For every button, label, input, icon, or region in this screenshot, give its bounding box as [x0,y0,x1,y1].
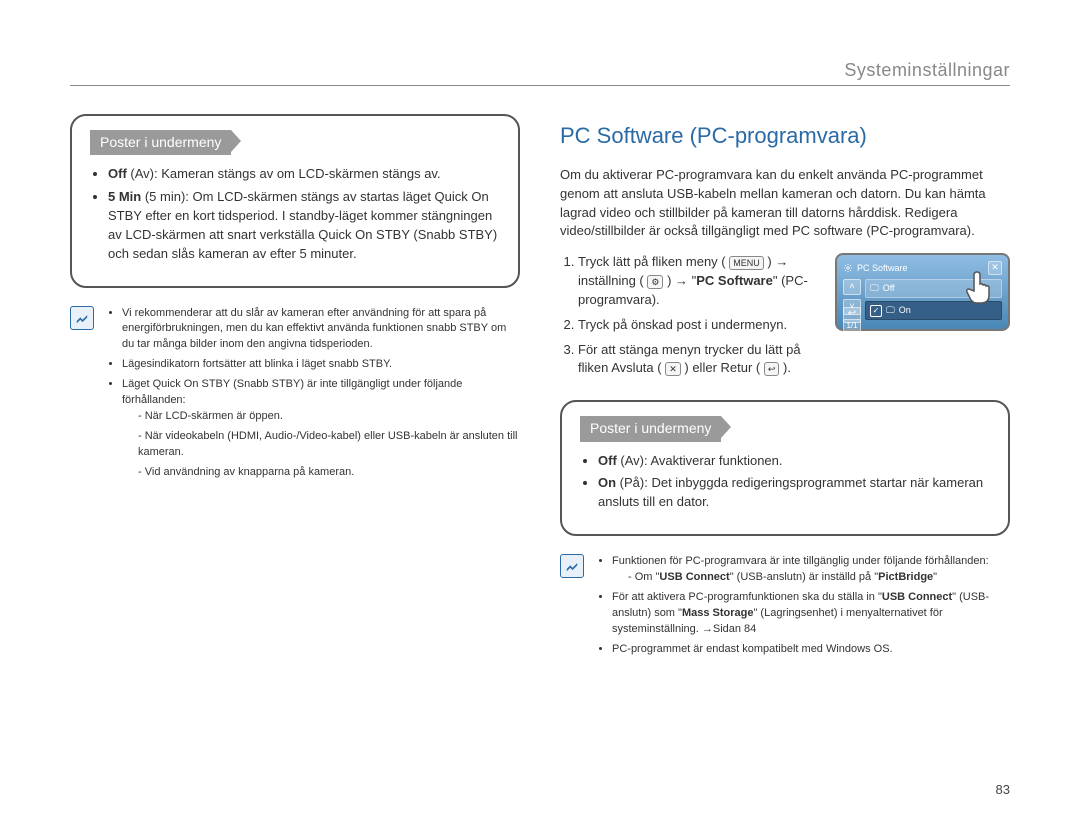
lcd-up-icon[interactable]: ˄ [843,279,861,295]
list-item: När LCD-skärmen är öppen. [138,409,520,425]
list-item: Vid användning av knapparna på kameran. [138,465,520,481]
list-item: Off (Av): Kameran stängs av om LCD-skärm… [108,165,500,184]
monitor-icon: 🖵 [886,304,895,317]
step-1: Tryck lätt på fliken meny ( MENU ) → ins… [578,253,819,310]
option-label: Off [883,282,895,295]
left-note: Vi rekommenderar att du slår av kameran … [70,306,520,485]
intro-paragraph: Om du aktiverar PC-programvara kan du en… [560,166,1010,241]
lcd-return-icon[interactable]: ↩ [843,307,861,323]
list-item: För att aktivera PC-programfunktionen sk… [612,590,1010,638]
note-list: Vi rekommenderar att du slår av kameran … [106,306,520,485]
list-item: Lägesindikatorn fortsätter att blinka i … [122,357,520,373]
note-icon [70,306,94,330]
page-number: 83 [70,782,1010,797]
return-icon: ↩ [764,362,780,376]
text: Tryck lätt på fliken meny ( [578,254,726,269]
steps-list: Tryck lätt på fliken meny ( MENU ) → ins… [560,253,819,384]
list-item: Vi rekommenderar att du slår av kameran … [122,306,520,354]
steps-row: Tryck lätt på fliken meny ( MENU ) → ins… [560,253,1010,384]
text: ) eller Retur ( [684,360,760,375]
right-submenu-list: Off (Av): Avaktiverar funktionen. On (På… [580,452,990,513]
option-label: On [899,304,911,317]
list-item: Läget Quick On STBY (Snabb STBY) är inte… [122,377,520,481]
right-note: Funktionen för PC-programvara är inte ti… [560,554,1010,662]
right-submenu-box: Poster i undermeny Off (Av): Avaktiverar… [560,400,1010,536]
text: ). [783,360,791,375]
list-item: När videokabeln (HDMI, Audio-/Video-kabe… [138,429,520,461]
dash-list: Om "USB Connect" (USB-anslutn) är instäl… [612,570,1010,586]
left-column: Poster i undermeny Off (Av): Kameran stä… [70,114,520,782]
right-column: PC Software (PC-programvara) Om du aktiv… [560,114,1010,782]
list-item: On (På): Det inbyggda redigeringsprogram… [598,474,990,512]
list-item: 5 Min (5 min): Om LCD-skärmen stängs av … [108,188,500,263]
step-3: För att stänga menyn trycker du lätt på … [578,341,819,379]
pointer-hand-icon [964,269,998,311]
left-submenu-box: Poster i undermeny Off (Av): Kameran stä… [70,114,520,288]
left-submenu-list: Off (Av): Kameran stängs av om LCD-skärm… [90,165,500,263]
list-item: PC-programmet är endast kompatibelt med … [612,642,1010,658]
lcd-screen: PC Software ✕ ˄ ˅ 1/1 🖵 Off [835,253,1010,331]
lcd-title: PC Software [857,262,908,275]
section-title: PC Software (PC-programvara) [560,120,1010,152]
text: ) → " [667,273,696,288]
note-text: Funktionen för PC-programvara är inte ti… [612,555,989,567]
bold: PC Software [696,273,773,288]
monitor-icon: 🖵 [870,282,879,295]
list-item: Off (Av): Avaktiverar funktionen. [598,452,990,471]
list-item: Funktionen för PC-programvara är inte ti… [612,554,1010,586]
check-icon: ✓ [870,305,882,317]
content-columns: Poster i undermeny Off (Av): Kameran stä… [70,114,1010,782]
gear-icon: ⚙ [647,275,663,289]
list-item: Om "USB Connect" (USB-anslutn) är instäl… [628,570,1010,586]
submenu-title-tab: Poster i undermeny [580,416,721,441]
gear-icon [843,263,853,273]
dash-list: När LCD-skärmen är öppen. När videokabel… [122,409,520,481]
menu-icon: MENU [729,256,764,270]
note-text: Läget Quick On STBY (Snabb STBY) är inte… [122,378,462,406]
note-list: Funktionen för PC-programvara är inte ti… [596,554,1010,662]
close-icon: ✕ [665,362,681,376]
submenu-title-tab: Poster i undermeny [90,130,231,155]
note-icon [560,554,584,578]
page-header: Systeminställningar [70,60,1010,86]
step-2: Tryck på önskad post i undermenyn. [578,316,819,335]
page: Systeminställningar Poster i undermeny O… [0,0,1080,827]
